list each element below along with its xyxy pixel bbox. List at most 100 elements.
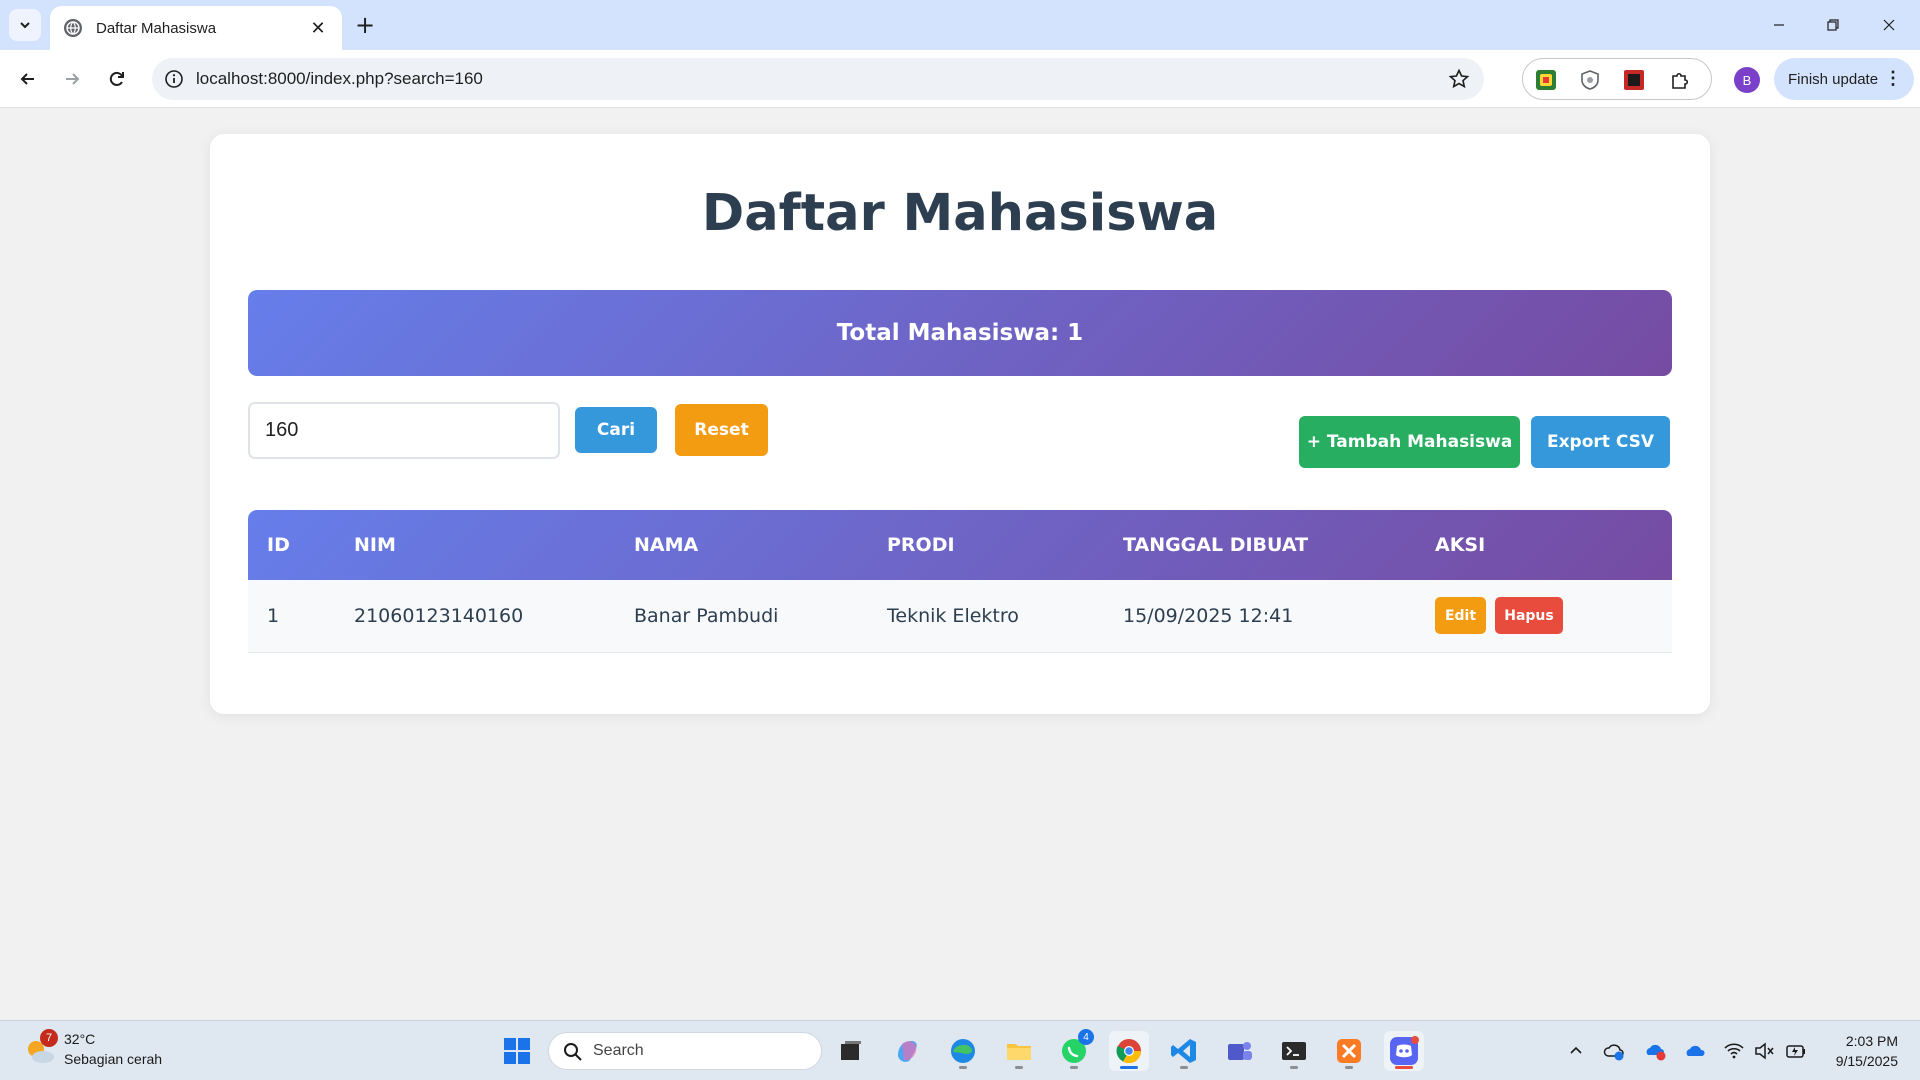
reload-button[interactable] [101, 63, 133, 95]
minimize-button[interactable] [1756, 0, 1802, 50]
discord-button[interactable] [1384, 1031, 1424, 1071]
clock-time: 2:03 PM [1845, 1033, 1898, 1049]
page-title: Daftar Mahasiswa [701, 184, 1219, 243]
extension-colorful-icon[interactable] [1535, 69, 1557, 91]
column-header-prodi: PRODI [887, 534, 955, 556]
cell-aksi: Edit Hapus [1416, 580, 1672, 653]
cell-tanggal: 15/09/2025 12:41 [1104, 580, 1416, 653]
task-view-icon [841, 1041, 861, 1060]
back-button[interactable] [12, 63, 44, 95]
whatsapp-button[interactable]: 4 [1054, 1029, 1094, 1071]
site-info-icon[interactable] [164, 69, 184, 89]
whatsapp-badge: 4 [1078, 1029, 1094, 1045]
browser-tab[interactable]: Daftar Mahasiswa ✕ [50, 6, 342, 50]
students-table: ID NIM NAMA PRODI TANGGAL DIBUAT AKSI 1 … [248, 510, 1672, 653]
copilot-icon [898, 1041, 917, 1062]
edit-button[interactable]: Edit [1435, 597, 1486, 635]
weather-description: Sebagian cerah [64, 1051, 163, 1067]
app-indicator [959, 1066, 967, 1069]
browser-tab-strip: Daftar Mahasiswa ✕ + [0, 0, 1920, 50]
cloud-error-icon[interactable] [1644, 1039, 1668, 1063]
volume-muted-icon[interactable] [1752, 1039, 1776, 1063]
table-header-row: ID NIM NAMA PRODI TANGGAL DIBUAT AKSI [248, 510, 1672, 580]
add-student-button[interactable]: + Tambah Mahasiswa [1299, 416, 1520, 468]
close-window-button[interactable] [1866, 0, 1912, 50]
tab-search-button[interactable] [9, 9, 41, 41]
onedrive-icon[interactable] [1684, 1039, 1708, 1063]
xampp-button[interactable] [1329, 1031, 1369, 1071]
wifi-icon[interactable] [1722, 1039, 1746, 1063]
terminal-icon [1282, 1042, 1306, 1060]
restore-button[interactable] [1810, 0, 1856, 50]
weather-widget[interactable]: 7 32°C Sebagian cerah [24, 1029, 194, 1073]
active-app-indicator [1395, 1066, 1413, 1069]
column-header-nim: NIM [354, 534, 396, 556]
profile-avatar[interactable]: B [1734, 67, 1760, 93]
globe-icon [64, 19, 82, 37]
tab-close-icon[interactable]: ✕ [308, 18, 328, 39]
cell-prodi: Teknik Elektro [868, 580, 1104, 653]
app-indicator [1180, 1066, 1188, 1069]
total-students-label: Total Mahasiswa: 1 [836, 320, 1084, 346]
copilot-button[interactable] [887, 1031, 927, 1071]
teams-button[interactable] [1219, 1031, 1259, 1071]
extensions-area [1522, 58, 1712, 100]
edge-button[interactable] [943, 1031, 983, 1071]
file-explorer-button[interactable] [999, 1031, 1039, 1071]
app-indicator [1345, 1066, 1353, 1069]
start-button[interactable] [497, 1031, 537, 1071]
cell-nama: Banar Pambudi [615, 580, 868, 653]
chevron-down-icon [20, 22, 30, 29]
teams-icon [1228, 1042, 1252, 1060]
column-header-tanggal: TANGGAL DIBUAT [1123, 534, 1309, 556]
weather-temperature: 32°C [64, 1031, 96, 1047]
discord-icon [1390, 1036, 1419, 1065]
edge-icon [951, 1039, 975, 1063]
cloud-info-icon[interactable] [1602, 1039, 1626, 1063]
export-csv-button[interactable]: Export CSV [1531, 416, 1670, 468]
clock-date: 9/15/2025 [1835, 1053, 1898, 1069]
pdf-extension-icon[interactable] [1623, 69, 1645, 91]
url-text: localhost:8000/index.php?search=160 [196, 69, 483, 88]
chrome-button[interactable] [1109, 1031, 1149, 1071]
terminal-button[interactable] [1274, 1031, 1314, 1071]
search-input[interactable] [248, 402, 560, 459]
main-card: Daftar Mahasiswa Total Mahasiswa: 1 Cari… [210, 134, 1710, 714]
app-indicator [1290, 1066, 1298, 1069]
extensions-puzzle-icon[interactable] [1669, 69, 1691, 91]
show-hidden-icons-button[interactable] [1564, 1039, 1588, 1063]
taskbar-search[interactable]: Search [548, 1032, 822, 1070]
cell-nim: 21060123140160 [335, 580, 615, 653]
forward-button[interactable] [56, 63, 88, 95]
new-tab-button[interactable]: + [350, 10, 380, 40]
task-view-button[interactable] [831, 1031, 871, 1071]
taskbar-search-label: Search [593, 1042, 644, 1059]
restore-icon [1827, 19, 1839, 31]
tab-title: Daftar Mahasiswa [96, 19, 217, 37]
column-header-aksi: AKSI [1435, 534, 1486, 556]
column-header-nama: NAMA [634, 534, 699, 556]
system-clock[interactable]: 2:03 PM 9/15/2025 [1836, 1031, 1898, 1071]
search-button[interactable]: Cari [575, 407, 657, 453]
xampp-icon [1337, 1039, 1361, 1063]
battery-icon[interactable] [1784, 1039, 1808, 1063]
minimize-icon [1774, 24, 1784, 26]
total-students-banner: Total Mahasiswa: 1 [248, 290, 1672, 376]
address-bar[interactable]: localhost:8000/index.php?search=160 [152, 58, 1484, 100]
more-vert-icon: ⋮ [1884, 68, 1902, 88]
vscode-button[interactable] [1164, 1031, 1204, 1071]
finish-update-label: Finish update [1788, 70, 1879, 88]
cell-id: 1 [248, 580, 335, 653]
reset-button[interactable]: Reset [675, 404, 768, 456]
finish-update-button[interactable]: Finish update ⋮ [1774, 58, 1914, 100]
app-indicator [1070, 1066, 1078, 1069]
delete-button[interactable]: Hapus [1495, 597, 1563, 635]
bookmark-star-icon[interactable] [1448, 68, 1470, 90]
app-indicator [1015, 1066, 1023, 1069]
arrow-right-icon [66, 73, 80, 85]
reload-icon [109, 71, 124, 86]
weather-alert-badge: 7 [40, 1029, 58, 1047]
chevron-up-icon [1570, 1046, 1582, 1054]
arrow-left-icon [20, 73, 34, 85]
shield-icon[interactable] [1579, 69, 1601, 91]
